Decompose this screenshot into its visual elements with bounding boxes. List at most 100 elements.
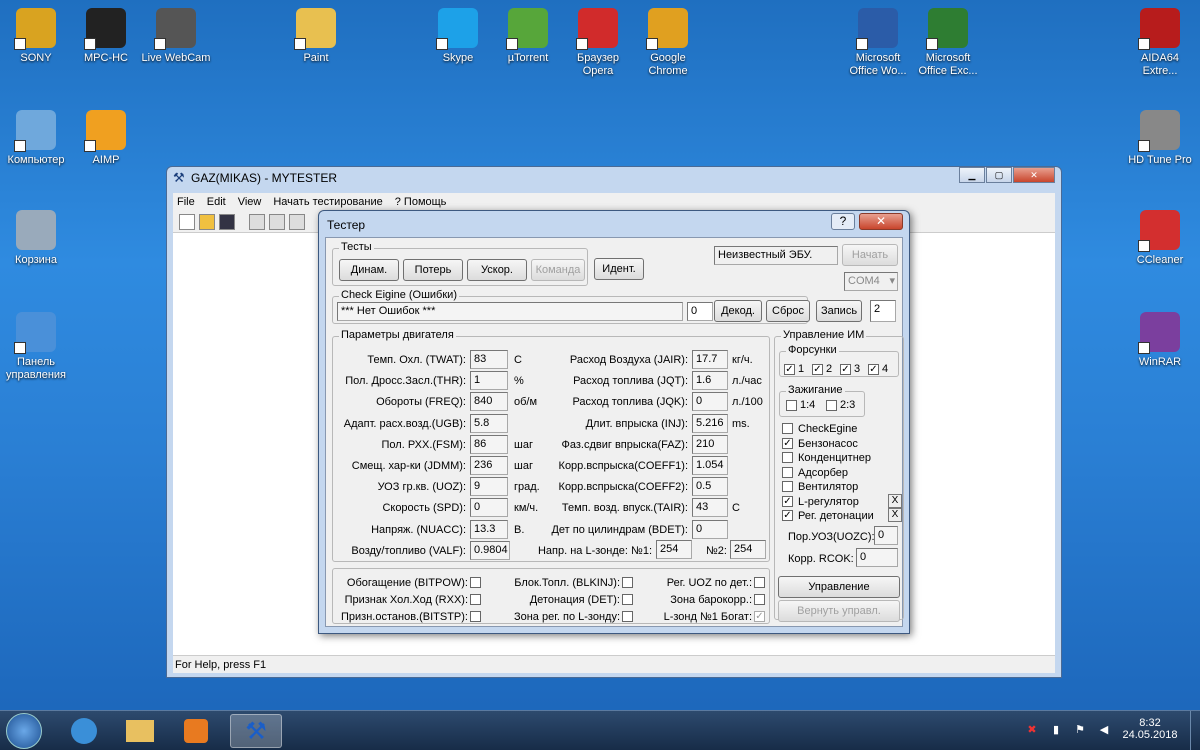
komanda-button[interactable]: Команда <box>531 259 585 281</box>
desktop-icon-1[interactable]: MPC-HC <box>70 8 142 65</box>
return-control-button[interactable]: Вернуть управл. <box>778 600 900 622</box>
desktop-icon-label: Live WebCam <box>141 52 211 64</box>
flag-label: Обогащение (BITPOW): <box>346 577 468 589</box>
desktop-icon-4[interactable]: Skype <box>422 8 494 65</box>
ignition-checkbox[interactable] <box>826 400 837 411</box>
taskbar-ie[interactable] <box>58 714 110 748</box>
battery-icon[interactable]: ▮ <box>1048 723 1064 736</box>
menu-help[interactable]: ? Помощь <box>395 196 447 208</box>
help-button[interactable]: ? <box>831 213 855 230</box>
start-button[interactable]: Начать <box>842 244 898 266</box>
uskor-button[interactable]: Ускор. <box>467 259 527 281</box>
desktop-icon-2[interactable]: Live WebCam <box>140 8 212 65</box>
com-select-value: COM4 <box>848 275 880 287</box>
dinam-button[interactable]: Динам. <box>339 259 399 281</box>
menu-file[interactable]: File <box>177 196 195 208</box>
desktop-icon-label: Paint <box>303 52 329 64</box>
volume-icon[interactable]: ◀ <box>1096 723 1112 736</box>
desktop-icon-label: AIMP <box>92 154 120 166</box>
minimize-button[interactable]: ▁ <box>959 167 985 183</box>
desktop-icon-9[interactable]: Microsoft Office Exc... <box>912 8 984 78</box>
decode-button[interactable]: Декод. <box>714 300 762 322</box>
menu-view[interactable]: View <box>238 196 262 208</box>
record-button[interactable]: Запись <box>816 300 862 322</box>
tester-dialog-titlebar[interactable]: Тестер ? ✕ <box>319 211 909 237</box>
injector-checkbox[interactable]: ✓ <box>812 364 823 375</box>
x-button-lreg[interactable]: X <box>888 494 902 508</box>
desktop-icon-label: HD Tune Pro <box>1128 154 1192 166</box>
new-icon[interactable] <box>179 213 195 230</box>
injector-checkbox[interactable]: ✓ <box>784 364 795 375</box>
param-label: Обороты (FREQ): <box>376 396 466 409</box>
flag-checkbox <box>754 577 765 588</box>
desktop-icon-label: Google Chrome <box>648 52 688 77</box>
desktop-icon-15[interactable]: CCleaner <box>1124 210 1196 267</box>
reset-button[interactable]: Сброс <box>766 300 810 322</box>
app-icon <box>154 8 196 50</box>
dialog-close-button[interactable]: ✕ <box>859 213 903 230</box>
menu-start-testing[interactable]: Начать тестирование <box>273 196 382 208</box>
desktop-icon-6[interactable]: Браузер Opera <box>562 8 634 78</box>
save-icon[interactable] <box>219 213 235 230</box>
actuator-checkbox[interactable] <box>782 466 793 478</box>
desktop-icon-13[interactable]: HD Tune Pro <box>1124 110 1196 167</box>
flag-icon[interactable]: ⚑ <box>1072 723 1088 736</box>
injector-checkbox[interactable]: ✓ <box>840 364 851 375</box>
poter-button[interactable]: Потерь <box>403 259 463 281</box>
start-button-orb[interactable] <box>6 713 42 749</box>
tests-group: Тесты Динам. Потерь Ускор. Команда <box>332 241 588 286</box>
menu-edit[interactable]: Edit <box>207 196 226 208</box>
clock[interactable]: 8:32 24.05.2018 <box>1118 717 1182 741</box>
open-icon[interactable] <box>199 213 215 230</box>
network-warning-icon[interactable]: ✖ <box>1024 723 1040 736</box>
tester-dialog: Тестер ? ✕ Тесты Динам. Потерь Ускор. Ко… <box>318 210 910 634</box>
param-value: 5.216 <box>692 413 728 433</box>
param-label: Корр.вспрыска(COEFF1): <box>558 460 688 472</box>
copy-icon[interactable] <box>269 213 285 230</box>
main-window-titlebar[interactable]: ⚒ GAZ(MIKAS) - MYTESTER ▁ ▢ ✕ <box>167 167 1061 191</box>
desktop-icon-label: µTorrent <box>507 52 549 64</box>
desktop-icon-11[interactable]: Компьютер <box>0 110 72 167</box>
ignition-checkbox[interactable] <box>786 400 797 411</box>
desktop-icon-14[interactable]: Корзина <box>0 210 72 267</box>
flag-label: Зона барокорр.: <box>670 594 752 606</box>
taskbar-media[interactable] <box>170 714 222 748</box>
desktop-icon-label: CCleaner <box>1136 254 1184 266</box>
desktop-icon-10[interactable]: AIDA64 Extre... <box>1124 8 1196 78</box>
desktop-icon-5[interactable]: µTorrent <box>492 8 564 65</box>
close-button[interactable]: ✕ <box>1013 167 1055 183</box>
ident-button[interactable]: Идент. <box>594 258 644 280</box>
ignition-label: 1:4 <box>800 399 816 411</box>
maximize-button[interactable]: ▢ <box>986 167 1012 183</box>
desktop-icon-17[interactable]: WinRAR <box>1124 312 1196 369</box>
desktop-icon-3[interactable]: Paint <box>280 8 352 65</box>
flag-label: Детонация (DET): <box>529 594 620 606</box>
actuator-checkbox[interactable] <box>782 481 793 492</box>
param-unit: кг/ч. <box>732 354 753 366</box>
lambda-label: Напр. на L-зонде: №1: <box>537 545 652 557</box>
actuator-checkbox[interactable]: ✓ <box>782 437 793 449</box>
taskbar-explorer[interactable] <box>114 714 166 748</box>
cut-icon[interactable] <box>249 213 265 230</box>
control-button[interactable]: Управление <box>778 576 900 598</box>
taskbar-mytester[interactable]: ⚒ <box>230 714 282 748</box>
desktop-icon-7[interactable]: Google Chrome <box>632 8 704 78</box>
x-button-det[interactable]: X <box>888 508 902 522</box>
desktop-icon-0[interactable]: SONY <box>0 8 72 65</box>
errors-field: *** Нет Ошибок *** <box>337 302 683 321</box>
desktop-icon-8[interactable]: Microsoft Office Wo... <box>842 8 914 78</box>
desktop-icon-12[interactable]: AIMP <box>70 110 142 167</box>
injector-checkbox[interactable]: ✓ <box>868 364 879 375</box>
actuator-checkbox[interactable]: ✓ <box>782 510 793 521</box>
actuator-checkbox[interactable] <box>782 423 793 434</box>
tester-dialog-body: Тесты Динам. Потерь Ускор. Команда Идент… <box>325 237 904 627</box>
paste-icon[interactable] <box>289 213 305 230</box>
actuator-checkbox[interactable]: ✓ <box>782 495 793 507</box>
actuator-checkbox[interactable] <box>782 452 793 463</box>
com-select[interactable]: COM4 ▾ <box>844 272 898 291</box>
show-desktop-button[interactable] <box>1190 711 1200 750</box>
param-label: Напряж. (NUACC): <box>371 523 466 536</box>
desktop-icon-16[interactable]: Панель управления <box>0 312 72 382</box>
param-unit: C <box>732 502 740 515</box>
record-spinner[interactable]: 2 <box>870 300 896 322</box>
